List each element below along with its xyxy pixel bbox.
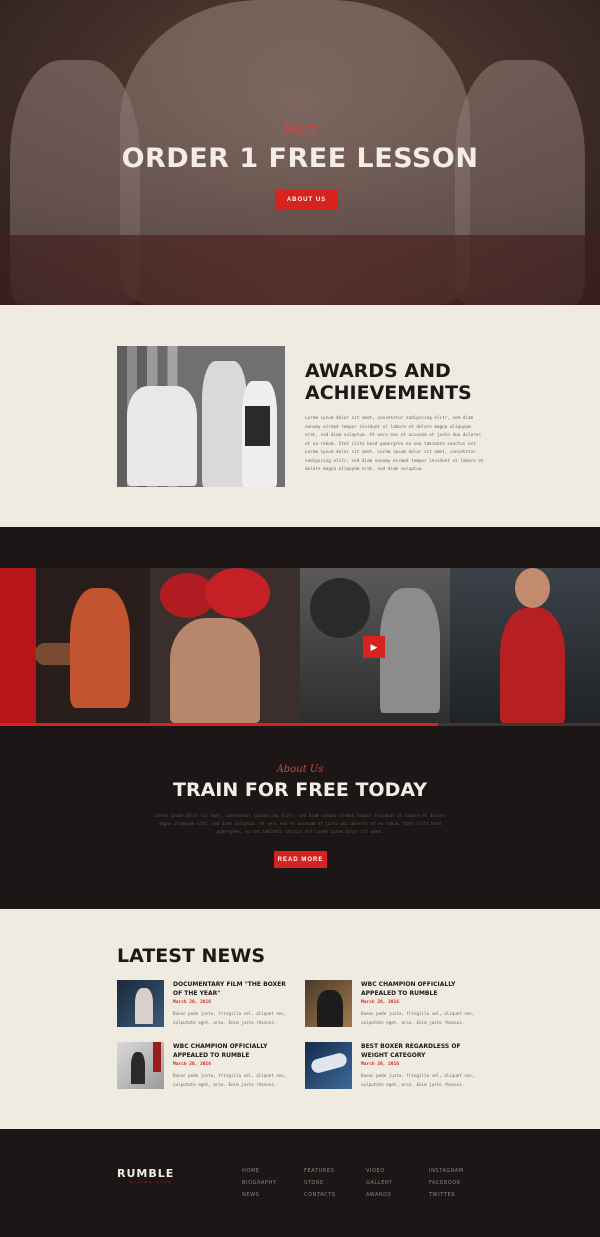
news-item[interactable]: DOCUMENTARY FILM "THE BOXER OF THE YEAR"… bbox=[117, 980, 297, 1030]
gallery-image-young-boxer bbox=[380, 588, 440, 713]
footer: RUMBLE BOXING CLUB HOME BIOGRAPHY NEWS F… bbox=[0, 1129, 600, 1237]
gallery-image-boxer-gloves[interactable] bbox=[150, 568, 300, 723]
news-thumbnail-figure bbox=[309, 1051, 349, 1075]
hero-title: ORDER 1 FREE LESSON bbox=[121, 143, 479, 174]
awards-photo-fighter-left bbox=[127, 386, 197, 486]
gallery-image-kickboxer[interactable] bbox=[0, 568, 150, 723]
news-thumbnail[interactable] bbox=[117, 1042, 164, 1089]
footer-column: FEATURES STORE CONTACTS bbox=[304, 1168, 336, 1204]
news-item[interactable]: WBC CHAMPION OFFICIALLY APPEALED TO RUMB… bbox=[305, 980, 485, 1030]
gallery-image-kickboxer-body bbox=[70, 588, 130, 708]
awards-text: Lorem ipsum dolor sit amet, consetetur s… bbox=[305, 416, 484, 472]
read-more-button[interactable]: READ MORE bbox=[274, 851, 327, 868]
news-item-text: Donec pede justo, fringilla vel, aliquet… bbox=[361, 1011, 475, 1025]
news-thumbnail-figure bbox=[317, 990, 343, 1027]
news-item-title[interactable]: DOCUMENTARY FILM "THE BOXER OF THE YEAR" bbox=[173, 981, 293, 998]
footer-link-twitter[interactable]: TWITTER bbox=[429, 1192, 464, 1204]
footer-column: HOME BIOGRAPHY NEWS bbox=[242, 1168, 277, 1204]
rumble-logo[interactable]: RUMBLE bbox=[117, 1167, 174, 1180]
news-item-text: Donec pede justo, fringilla vel, aliquet… bbox=[173, 1011, 287, 1025]
news-item[interactable]: WBC CHAMPION OFFICIALLY APPEALED TO RUMB… bbox=[117, 1042, 297, 1092]
footer-column: VIDEO GALLERY AWARDS bbox=[366, 1168, 392, 1204]
footer-link-video[interactable]: VIDEO bbox=[366, 1168, 392, 1180]
gallery-progress-fill bbox=[0, 723, 438, 726]
hero-script-text: Start bbox=[283, 122, 317, 137]
footer-link-features[interactable]: FEATURES bbox=[304, 1168, 336, 1180]
news-item-date: March 20, 2016 bbox=[173, 1062, 211, 1067]
gallery-progress-bar[interactable] bbox=[0, 723, 600, 726]
rumble-logo-subtitle: BOXING CLUB bbox=[130, 1180, 173, 1184]
awards-photo bbox=[117, 346, 285, 487]
news-item-text: Donec pede justo, fringilla vel, aliquet… bbox=[173, 1073, 287, 1087]
footer-link-gallery[interactable]: GALLERY bbox=[366, 1180, 392, 1192]
awards-title-line2: ACHIEVEMENTS bbox=[305, 382, 472, 404]
news-item-title[interactable]: WBC CHAMPION OFFICIALLY APPEALED TO RUMB… bbox=[361, 981, 481, 998]
news-title: LATEST NEWS bbox=[117, 945, 266, 967]
news-item-date: March 20, 2016 bbox=[173, 1000, 211, 1005]
news-thumbnail-punching-bag bbox=[153, 1042, 161, 1072]
footer-link-instagram[interactable]: INSTAGRAM bbox=[429, 1168, 464, 1180]
footer-link-home[interactable]: HOME bbox=[242, 1168, 277, 1180]
footer-link-contacts[interactable]: CONTACTS bbox=[304, 1192, 336, 1204]
gallery-image-glove-right bbox=[205, 568, 270, 618]
hero-section: Start ORDER 1 FREE LESSON ABOUT US bbox=[0, 0, 600, 305]
news-section: LATEST NEWS DOCUMENTARY FILM "THE BOXER … bbox=[0, 909, 600, 1129]
news-item[interactable]: BEST BOXER REGARDLESS OF WEIGHT CATEGORY… bbox=[305, 1042, 485, 1092]
footer-link-store[interactable]: STORE bbox=[304, 1180, 336, 1192]
gallery-image-weightlifter[interactable] bbox=[450, 568, 600, 723]
awards-photo-pad bbox=[245, 406, 270, 446]
news-item-text: Donec pede justo, fringilla vel, aliquet… bbox=[361, 1073, 475, 1087]
news-item-date: March 20, 2016 bbox=[361, 1000, 399, 1005]
gallery-image-lifter-body bbox=[500, 608, 565, 723]
footer-link-news[interactable]: NEWS bbox=[242, 1192, 277, 1204]
awards-title: AWARDS AND ACHIEVEMENTS bbox=[305, 360, 505, 404]
footer-link-facebook[interactable]: FACEBOOK bbox=[429, 1180, 464, 1192]
footer-link-biography[interactable]: BIOGRAPHY bbox=[242, 1180, 277, 1192]
gallery-image-boxer-body bbox=[170, 618, 260, 723]
awards-title-line1: AWARDS AND bbox=[305, 360, 451, 382]
news-thumbnail-figure bbox=[131, 1052, 145, 1084]
train-script-text: About Us bbox=[276, 764, 324, 775]
about-us-button[interactable]: ABOUT US bbox=[275, 190, 338, 210]
awards-photo-fighter-center bbox=[202, 361, 247, 487]
news-thumbnail-figure bbox=[135, 988, 153, 1024]
news-item-title[interactable]: WBC CHAMPION OFFICIALLY APPEALED TO RUMB… bbox=[173, 1043, 293, 1060]
train-title: TRAIN FOR FREE TODAY bbox=[173, 779, 427, 801]
news-thumbnail[interactable] bbox=[305, 1042, 352, 1089]
gallery-image-lifter-head bbox=[515, 568, 550, 608]
train-text: Lorem ipsum dolor sit amet, consetetur s… bbox=[155, 813, 445, 834]
gallery-strip[interactable] bbox=[0, 568, 600, 723]
news-item-date: March 20, 2016 bbox=[361, 1062, 399, 1067]
play-video-icon[interactable]: ▶ bbox=[363, 636, 385, 658]
footer-link-awards[interactable]: AWARDS bbox=[366, 1192, 392, 1204]
footer-column: INSTAGRAM FACEBOOK TWITTER bbox=[429, 1168, 464, 1204]
gallery-image-pad bbox=[310, 578, 370, 638]
news-item-title[interactable]: BEST BOXER REGARDLESS OF WEIGHT CATEGORY bbox=[361, 1043, 481, 1060]
awards-section: AWARDS AND ACHIEVEMENTS Lorem ipsum dolo… bbox=[0, 305, 600, 527]
news-thumbnail[interactable] bbox=[117, 980, 164, 1027]
news-thumbnail[interactable] bbox=[305, 980, 352, 1027]
